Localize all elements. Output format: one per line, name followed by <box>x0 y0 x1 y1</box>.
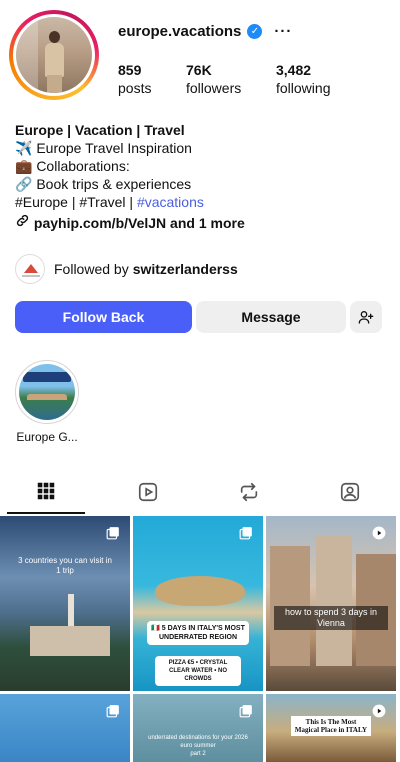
bio-line: 🔗 Book trips & experiences <box>15 176 192 192</box>
add-user-button[interactable] <box>350 301 382 333</box>
stat-following-value: 3,482 <box>276 62 312 78</box>
post-subcaption: part 2 <box>190 751 206 757</box>
profile-tabs <box>0 470 400 514</box>
profile-bio: Europe | Vacation | Travel ✈️ Europe Tra… <box>15 121 385 232</box>
tagged-person-icon <box>340 482 360 502</box>
grid-icon <box>37 482 55 500</box>
post-tile[interactable]: This Is The Most Magical Place in ITALY <box>266 694 396 762</box>
followed-by-account[interactable]: switzerlanderss <box>133 261 238 277</box>
carousel-icon <box>239 527 252 540</box>
username: europe.vacations <box>118 23 242 40</box>
follow-back-button[interactable]: Follow Back <box>15 301 192 333</box>
stat-followers-label: followers <box>186 80 242 96</box>
stat-followers[interactable]: 76K followers <box>186 61 241 97</box>
tab-reposts[interactable] <box>210 470 288 514</box>
add-person-icon <box>358 311 374 324</box>
bio-hashtags: #Europe | #Travel | #vacations <box>15 193 385 211</box>
followed-by-row[interactable]: Followed by switzerlanderss <box>15 254 238 284</box>
post-caption: underrated destinations for your 2026 eu… <box>148 735 248 749</box>
profile-avatar[interactable] <box>9 10 99 100</box>
hashtag-vacations-link[interactable]: #vacations <box>137 194 204 210</box>
profile-header: europe.vacations ✓ ··· 859 posts 76K fol… <box>0 0 400 110</box>
post-caption: 3 countries you can visit in 1 trip <box>18 556 112 575</box>
post-tile[interactable]: 3 countries you can visit in 1 trip <box>0 516 130 691</box>
stat-posts-value: 859 <box>118 62 142 78</box>
post-subcaption: PIZZA €5 • CRYSTAL CLEAR WATER • NO CROW… <box>155 656 241 686</box>
avatar-photo <box>16 17 92 93</box>
highlight-cover <box>19 364 75 420</box>
stat-posts-label: posts <box>118 80 152 96</box>
reels-icon <box>138 482 158 502</box>
carousel-icon <box>106 705 119 718</box>
carousel-icon <box>106 527 119 540</box>
post-caption: This Is The Most Magical Place in ITALY <box>291 716 371 736</box>
reel-icon <box>372 526 386 540</box>
verified-badge-icon: ✓ <box>247 24 263 39</box>
post-tile[interactable]: underrated destinations for your 2026 eu… <box>133 694 263 762</box>
stat-following[interactable]: 3,482 following <box>276 61 330 97</box>
link-icon <box>16 214 29 227</box>
reel-icon <box>372 704 386 718</box>
post-tile[interactable] <box>0 694 130 762</box>
posts-grid: 3 countries you can visit in 1 trip 🇮🇹 5… <box>0 516 400 762</box>
tab-reels[interactable] <box>109 470 187 514</box>
stat-posts[interactable]: 859 posts <box>118 61 151 97</box>
stat-followers-value: 76K <box>186 62 212 78</box>
follower-avatar <box>15 254 45 284</box>
stat-following-label: following <box>276 80 331 96</box>
carousel-icon <box>239 705 252 718</box>
bio-line: ✈️ Europe Travel Inspiration <box>15 140 192 156</box>
post-caption: 🇮🇹 5 DAYS IN ITALY'S MOST UNDERRATED REG… <box>147 621 249 645</box>
tab-tagged[interactable] <box>311 470 389 514</box>
username-row: europe.vacations ✓ ··· <box>118 23 292 40</box>
highlight-label: Europe G... <box>16 430 78 444</box>
post-tile[interactable]: 🇮🇹 5 DAYS IN ITALY'S MOST UNDERRATED REG… <box>133 516 263 691</box>
followed-by-prefix: Followed by <box>54 261 129 277</box>
repost-icon <box>240 482 258 502</box>
post-caption: how to spend 3 days in Vienna <box>274 606 388 630</box>
bio-title: Europe | Vacation | Travel <box>15 122 185 138</box>
message-button[interactable]: Message <box>196 301 346 333</box>
story-highlight[interactable]: Europe G... <box>15 360 79 444</box>
bio-link-text: payhip.com/b/VelJN and 1 more <box>33 215 245 231</box>
bio-hashtags-plain[interactable]: #Europe | #Travel | <box>15 194 137 210</box>
tab-posts-grid[interactable] <box>7 470 85 514</box>
bio-link[interactable]: payhip.com/b/VelJN and 1 more <box>15 213 385 232</box>
post-tile[interactable]: how to spend 3 days in Vienna <box>266 516 396 691</box>
ellipsis-icon[interactable]: ··· <box>274 23 292 40</box>
bio-line: 💼 Collaborations: <box>15 158 130 174</box>
